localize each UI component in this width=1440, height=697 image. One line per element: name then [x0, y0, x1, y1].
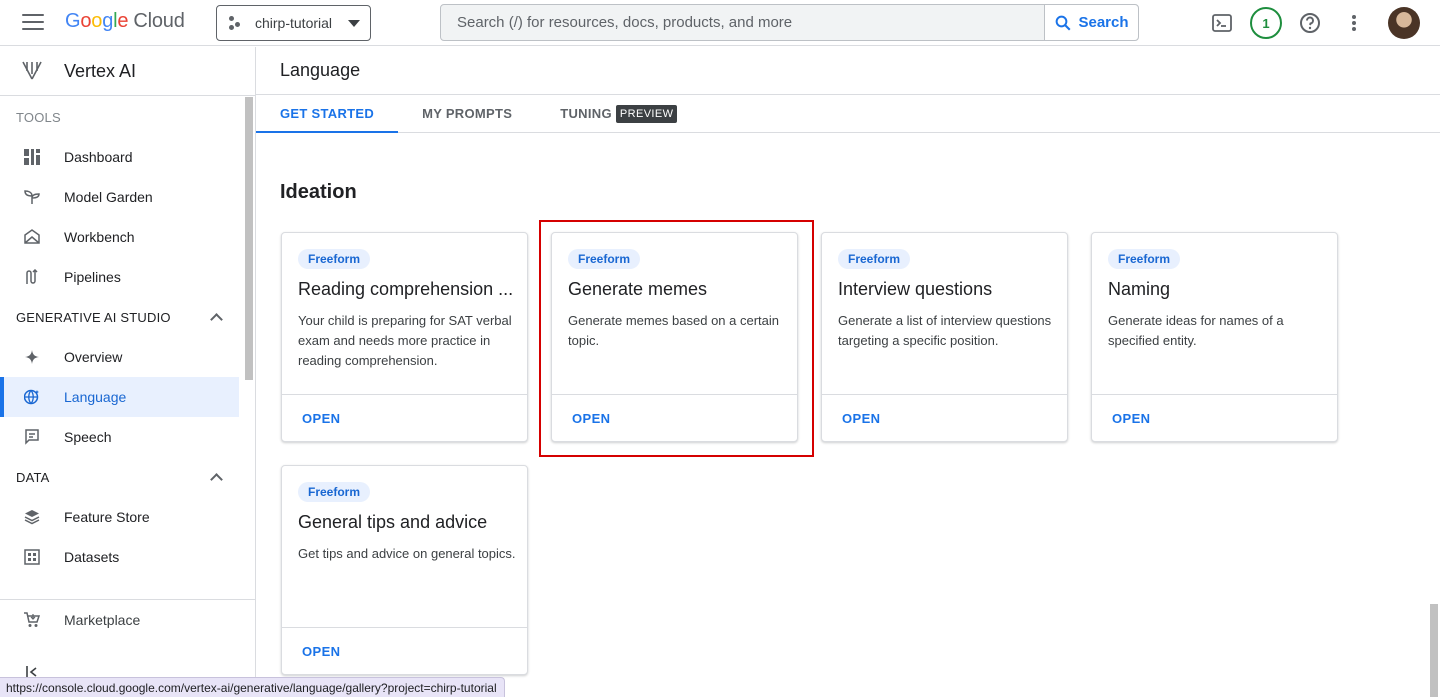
- highlight-box: [539, 220, 814, 457]
- sidebar-item-label: Marketplace: [64, 612, 141, 628]
- notifications-badge[interactable]: 1: [1250, 7, 1282, 39]
- project-icon: [229, 16, 245, 30]
- card-title: Naming: [1108, 279, 1171, 299]
- main-content: Language GET STARTED MY PROMPTS TUNING PR…: [256, 47, 1440, 697]
- sidebar-item-label: Datasets: [64, 549, 120, 565]
- sidebar-item-label: Workbench: [64, 229, 135, 245]
- sidebar-item-label: Feature Store: [64, 509, 150, 525]
- search-button[interactable]: Search: [1044, 5, 1138, 40]
- sidebar-scrollbar[interactable]: [245, 97, 253, 380]
- speech-icon: [24, 429, 40, 445]
- section-title: Ideation: [280, 181, 357, 203]
- prompt-card[interactable]: Freeform General tips and advice Get tip…: [281, 465, 528, 675]
- sidebar-item-label: Model Garden: [64, 189, 153, 205]
- tab-bar: GET STARTED MY PROMPTS TUNING PREVIEW: [256, 95, 1440, 133]
- workbench-icon: [24, 229, 40, 245]
- chevron-up-icon: [210, 312, 223, 326]
- tab-tuning[interactable]: TUNING PREVIEW: [536, 95, 701, 132]
- sidebar-item-label: Language: [64, 389, 127, 405]
- chevron-up-icon: [210, 472, 223, 486]
- section-label: DATA: [16, 469, 50, 485]
- sidebar: Vertex AI TOOLS Dashboard Model Garden W…: [0, 47, 256, 697]
- main-menu-icon[interactable]: [22, 14, 44, 32]
- freeform-chip: Freeform: [838, 249, 911, 269]
- section-header-data[interactable]: DATA: [0, 457, 255, 497]
- section-label-tools: TOOLS: [16, 109, 61, 125]
- chevron-down-icon: [348, 19, 360, 27]
- sidebar-item-language[interactable]: Language: [0, 377, 239, 417]
- help-icon[interactable]: [1288, 6, 1332, 40]
- main-scrollbar[interactable]: [1430, 604, 1438, 697]
- tab-my-prompts[interactable]: MY PROMPTS: [398, 95, 536, 132]
- cloud-shell-icon[interactable]: [1200, 6, 1244, 40]
- tab-get-started[interactable]: GET STARTED: [256, 95, 399, 133]
- avatar[interactable]: [1388, 7, 1420, 39]
- sidebar-item-dashboard[interactable]: Dashboard: [0, 137, 239, 177]
- tab-label: GET STARTED: [280, 106, 375, 121]
- sidebar-item-label: Dashboard: [64, 149, 133, 165]
- card-description: Get tips and advice on general topics.: [298, 546, 516, 561]
- sidebar-item-feature-store[interactable]: Feature Store: [0, 497, 239, 537]
- card-description: Generate ideas for names of a specified …: [1108, 313, 1284, 348]
- sidebar-item-label: Speech: [64, 429, 112, 445]
- freeform-chip: Freeform: [298, 482, 371, 502]
- sparkle-icon: [24, 349, 40, 365]
- open-button[interactable]: OPEN: [302, 644, 340, 659]
- section-label: GENERATIVE AI STUDIO: [16, 309, 171, 325]
- search-button-label: Search: [1078, 14, 1129, 31]
- dashboard-icon: [24, 149, 40, 165]
- prompt-card[interactable]: Freeform Naming Generate ideas for names…: [1091, 232, 1338, 442]
- top-bar: GoogleCloud chirp-tutorial Search 1: [0, 0, 1440, 46]
- language-globe-icon: [24, 389, 40, 405]
- freeform-chip: Freeform: [1108, 249, 1181, 269]
- prompt-card[interactable]: Freeform Reading comprehension ... Your …: [281, 232, 528, 442]
- search-icon: [1056, 15, 1071, 30]
- tab-label: MY PROMPTS: [422, 106, 513, 121]
- sidebar-item-pipelines[interactable]: Pipelines: [0, 257, 239, 297]
- card-description: Your child is preparing for SAT verbal e…: [298, 313, 512, 368]
- sidebar-item-datasets[interactable]: Datasets: [0, 537, 239, 577]
- sidebar-item-workbench[interactable]: Workbench: [0, 217, 239, 257]
- open-button[interactable]: OPEN: [842, 411, 880, 426]
- card-title: Reading comprehension ...: [298, 279, 514, 299]
- page-title: Language: [256, 47, 1440, 95]
- sidebar-item-marketplace[interactable]: Marketplace: [0, 600, 239, 640]
- sidebar-item-overview[interactable]: Overview: [0, 337, 239, 377]
- card-title: General tips and advice: [298, 512, 488, 532]
- more-options-icon[interactable]: [1332, 6, 1376, 40]
- prompt-card[interactable]: Freeform Interview questions Generate a …: [821, 232, 1068, 442]
- freeform-chip: Freeform: [298, 249, 371, 269]
- project-name: chirp-tutorial: [255, 15, 333, 31]
- sidebar-item-model-garden[interactable]: Model Garden: [0, 177, 239, 217]
- sidebar-header: Vertex AI: [0, 47, 255, 96]
- pipelines-icon: [24, 269, 40, 285]
- card-description: Generate a list of interview questions t…: [838, 313, 1052, 348]
- search-input[interactable]: [441, 5, 1044, 40]
- sidebar-item-label: Pipelines: [64, 269, 121, 285]
- vertex-ai-icon: [22, 61, 42, 80]
- open-button[interactable]: OPEN: [302, 411, 340, 426]
- preview-badge: PREVIEW: [615, 104, 678, 123]
- sidebar-item-label: Overview: [64, 349, 123, 365]
- tab-label: TUNING: [560, 106, 612, 121]
- sprout-icon: [24, 189, 40, 205]
- open-button[interactable]: OPEN: [1112, 411, 1150, 426]
- logo-cloud-text: Cloud: [133, 10, 185, 32]
- status-url: https://console.cloud.google.com/vertex-…: [0, 677, 505, 697]
- card-title: Interview questions: [838, 279, 993, 299]
- google-cloud-logo[interactable]: Google Cloud: [65, 10, 185, 33]
- product-title: Vertex AI: [64, 60, 137, 81]
- section-header-generative-ai-studio[interactable]: GENERATIVE AI STUDIO: [0, 297, 255, 337]
- datasets-icon: [24, 549, 40, 565]
- project-picker[interactable]: chirp-tutorial: [216, 5, 371, 41]
- logo-google-text: Google: [65, 10, 129, 32]
- sidebar-item-speech[interactable]: Speech: [0, 417, 239, 457]
- feature-store-icon: [24, 509, 40, 525]
- search-bar: Search: [440, 4, 1139, 41]
- cart-icon: [24, 612, 40, 628]
